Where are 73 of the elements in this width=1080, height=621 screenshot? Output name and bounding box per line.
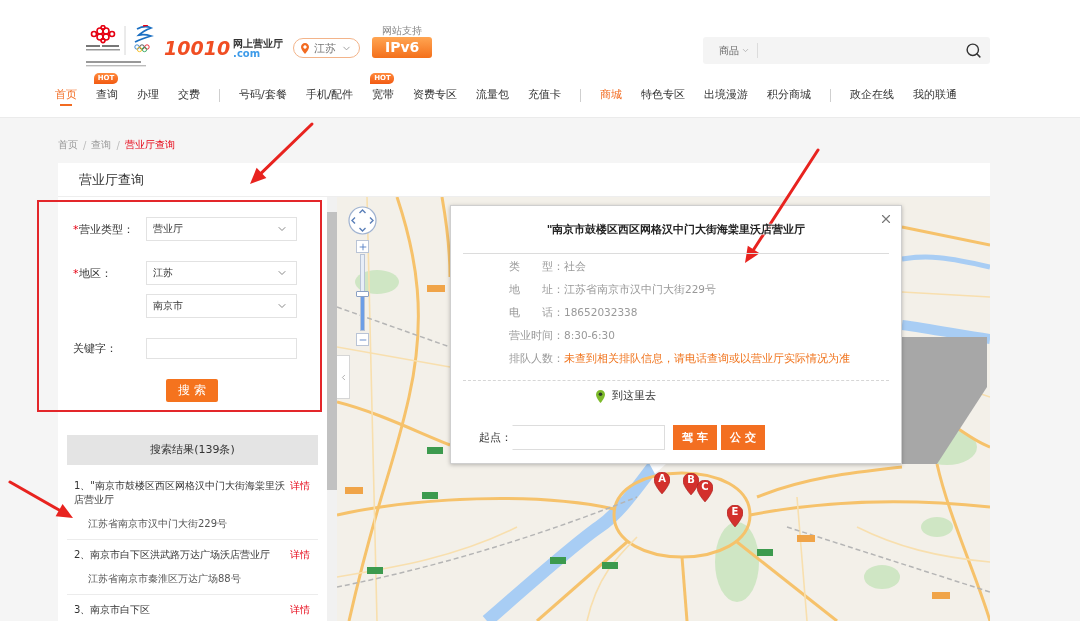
map-pin-icon — [301, 42, 310, 54]
keyword-input[interactable] — [146, 338, 297, 359]
nav-item[interactable]: 我的联通 — [913, 86, 958, 106]
pan-control-icon[interactable] — [348, 206, 377, 235]
brand-number: 10010 — [164, 37, 231, 59]
nav-item[interactable]: 特色专区 — [641, 86, 686, 106]
result-title[interactable]: 2、南京市白下区洪武路万达广场沃店营业厅 — [74, 548, 288, 562]
map-marker[interactable]: B — [683, 473, 699, 495]
select-field[interactable]: 江苏 — [146, 261, 297, 285]
search-icon — [965, 42, 982, 59]
map-marker[interactable]: A — [654, 472, 670, 494]
nav-item[interactable]: 政企在线 — [850, 86, 895, 106]
scrollbar-thumb[interactable] — [327, 212, 337, 490]
plus-icon — [357, 241, 368, 252]
close-button[interactable] — [879, 212, 893, 226]
close-icon — [879, 212, 893, 226]
chevron-down-icon — [741, 46, 750, 55]
field-label: 关键字： — [73, 341, 118, 356]
select-field[interactable]: 营业厅 — [146, 217, 297, 241]
field-label: *地区： — [73, 265, 113, 281]
queue-notice: 未查到相关排队信息，请电话查询或以营业厅实际情况为准 — [564, 351, 850, 366]
nav-item[interactable]: 查询 — [96, 86, 118, 106]
detail-value: 社会 — [564, 259, 586, 274]
location-selector[interactable]: 江苏 — [293, 38, 361, 58]
zoom-out-button[interactable] — [356, 333, 369, 346]
breadcrumb-link[interactable]: 营业厅查询 — [124, 138, 175, 152]
result-title[interactable]: 3、南京市白下区 — [74, 603, 288, 617]
select-field[interactable]: 南京市 — [146, 294, 297, 318]
detail-label: 地 址： — [509, 282, 564, 297]
map-pin-icon — [596, 389, 605, 403]
nav-item[interactable]: 出境漫游 — [704, 86, 749, 106]
detail-link[interactable]: 详情 — [290, 603, 310, 617]
nav-item[interactable]: 手机/配件 — [305, 86, 354, 106]
zoom-slider-thumb[interactable] — [356, 291, 369, 297]
brand-domain: .com — [233, 48, 261, 59]
detail-label: 排队人数： — [509, 351, 564, 366]
result-address: 江苏省南京市秦淮区万达广场88号 — [88, 572, 242, 586]
detail-link[interactable]: 详情 — [290, 479, 310, 493]
detail-value: 江苏省南京市汉中门大街229号 — [564, 282, 717, 297]
scrollbar[interactable] — [327, 197, 337, 621]
nav-item[interactable]: 流量包 — [476, 86, 510, 106]
map-marker[interactable]: E — [727, 505, 743, 527]
nav-item[interactable]: 号码/套餐 — [239, 86, 287, 106]
detail-value: 8:30-6:30 — [564, 328, 615, 343]
field-label: *营业类型： — [73, 221, 135, 237]
detail-link[interactable]: 详情 — [290, 548, 310, 562]
route-link[interactable]: 到这里去 — [612, 389, 656, 403]
nav-item[interactable]: 积分商城 — [767, 86, 812, 106]
result-title[interactable]: 1、"南京市鼓楼区西区网格汉中门大街海棠里沃店营业厅 — [74, 479, 288, 507]
nav-item[interactable]: 充值卡 — [528, 86, 562, 106]
detail-label: 电 话： — [509, 305, 564, 320]
category-dropdown[interactable]: 商品 — [719, 43, 758, 58]
zoom-in-button[interactable] — [356, 240, 369, 253]
search-button[interactable] — [965, 42, 982, 59]
detail-value: 18652032338 — [564, 305, 638, 320]
map-marker[interactable]: C — [697, 480, 713, 502]
result-address: 江苏省南京市汉中门大街229号 — [88, 517, 229, 531]
start-label: 起点： — [479, 430, 512, 445]
breadcrumb-separator: / — [116, 139, 120, 151]
collapse-tab[interactable] — [337, 355, 350, 399]
ipv6-caption: 网站支持 — [382, 25, 423, 37]
nav-item[interactable]: 资费专区 — [413, 86, 458, 106]
nav-item[interactable]: 交费 — [178, 86, 200, 106]
nav-item[interactable]: 办理 — [137, 86, 159, 106]
search-field[interactable]: 商品 — [703, 37, 990, 64]
breadcrumb-separator: / — [83, 139, 87, 151]
nav-item[interactable]: 宽带 — [372, 86, 395, 106]
results-header: 搜索结果(139条) — [67, 435, 318, 465]
detail-label: 营业时间： — [509, 328, 564, 343]
start-input[interactable] — [512, 425, 665, 450]
detail-label: 类 型： — [509, 259, 564, 274]
brand-tagline: 网上营业厅 — [233, 37, 284, 49]
ipv6-badge: IPv6 — [372, 37, 433, 58]
